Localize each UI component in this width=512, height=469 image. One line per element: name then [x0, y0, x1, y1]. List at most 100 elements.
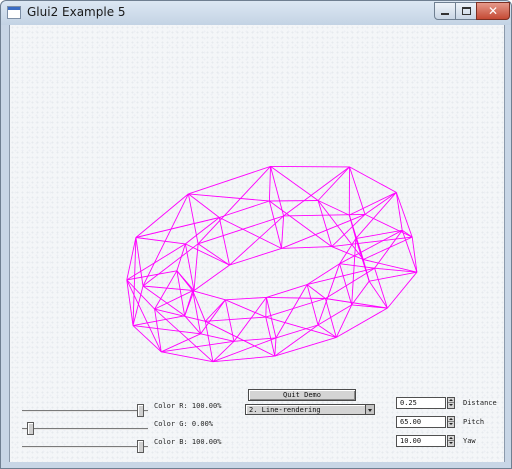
color-r-slider-track[interactable] [22, 410, 148, 412]
arrow-down-icon[interactable] [448, 422, 454, 427]
app-icon [7, 6, 21, 19]
torus-edge [265, 316, 276, 357]
torus-edge [218, 217, 230, 266]
color-b-label: Color B: 100.00% [154, 438, 222, 446]
torus-edge [176, 270, 194, 291]
torus-edge [193, 243, 199, 291]
color-b-slider-track[interactable] [22, 446, 148, 448]
torus-edge [325, 298, 388, 309]
torus-edge [395, 192, 403, 231]
torus-edge [229, 247, 282, 266]
torus-edge [269, 200, 332, 247]
torus-edge [225, 296, 267, 301]
torus-edge [197, 243, 230, 266]
close-button[interactable]: ✕ [476, 2, 510, 20]
torus-edge [306, 263, 340, 285]
torus-edge [212, 337, 277, 363]
torus-edge [349, 191, 397, 216]
close-icon: ✕ [487, 4, 499, 18]
torus-edge [192, 290, 202, 334]
torus-edge [142, 285, 195, 292]
torus-edge [212, 355, 275, 363]
torus-edge [306, 267, 375, 286]
render-mode-dropdown[interactable]: 2. Line-rendering [245, 404, 375, 415]
quit-demo-button[interactable]: Quit Demo [248, 389, 356, 401]
torus-edge [387, 271, 418, 309]
torus-edge [268, 166, 271, 202]
torus-edge [351, 238, 357, 305]
torus-edge [219, 200, 270, 218]
arrow-down-icon[interactable] [448, 441, 454, 446]
render-viewport[interactable]: Color R: 100.00% Color G: 0.00% Color B:… [9, 25, 505, 462]
torus-edge [176, 270, 186, 316]
torus-edge [351, 280, 370, 306]
torus-edge [317, 200, 333, 247]
distance-field[interactable]: 0.25 [396, 397, 446, 409]
torus-edge [204, 299, 226, 322]
torus-edge [192, 290, 226, 301]
color-g-slider-track[interactable] [22, 428, 148, 430]
app-window: Glui2 Example 5 ✕ Color R: 100.00% Color… [0, 0, 512, 469]
torus-edge [161, 351, 213, 363]
torus-edge [269, 200, 319, 202]
yaw-label: Yaw [463, 437, 476, 445]
maximize-button[interactable] [455, 2, 477, 20]
torus-edge [363, 236, 413, 260]
torus-edge [265, 297, 267, 318]
color-g-label: Color G: 0.00% [154, 420, 214, 428]
pitch-field[interactable]: 65.00 [396, 416, 446, 428]
pitch-label: Pitch [463, 418, 485, 426]
torus-edge [126, 279, 155, 310]
torus-edge [374, 230, 403, 269]
render-mode-value: 2. Line-rendering [249, 406, 321, 414]
color-r-label: Color R: 100.00% [154, 402, 222, 410]
minimize-icon [441, 13, 449, 15]
torus-edge [212, 340, 235, 363]
torus-edge [154, 308, 214, 363]
arrow-down-icon[interactable] [448, 403, 454, 408]
color-b-slider-thumb[interactable] [137, 440, 144, 453]
pitch-stepper[interactable] [447, 416, 455, 428]
distance-label: Distance [463, 399, 497, 407]
torus-edge [283, 213, 366, 217]
color-g-slider-thumb[interactable] [27, 422, 34, 435]
torus-edge [132, 325, 162, 353]
torus-edge [188, 193, 270, 202]
torus-edge [187, 193, 199, 244]
torus-edge [364, 192, 397, 215]
torus-edge [132, 325, 201, 335]
torus-edge [266, 296, 326, 299]
torus-edge [401, 230, 418, 273]
torus-edge [339, 263, 353, 306]
window-title: Glui2 Example 5 [27, 5, 126, 19]
torus-edge [135, 237, 186, 245]
torus-edge [306, 284, 319, 326]
minimize-button[interactable] [434, 2, 456, 20]
torus-edge [142, 193, 189, 287]
torus-edge [132, 315, 185, 327]
torus-edge [154, 308, 206, 322]
torus-edge [205, 316, 266, 322]
torus-edge [270, 165, 350, 168]
torus-edge [265, 298, 326, 318]
torus-edge [281, 246, 332, 249]
chevron-down-icon[interactable] [365, 405, 374, 414]
torus-edge [368, 280, 388, 309]
torus-edge [339, 229, 403, 265]
torus-edge [283, 166, 350, 217]
torus-edge [339, 263, 375, 269]
torus-edge [193, 264, 230, 291]
torus-edge [192, 290, 206, 322]
torus-edge [200, 333, 235, 342]
torus-edge [336, 307, 388, 338]
yaw-field[interactable]: 10.00 [396, 435, 446, 447]
yaw-stepper[interactable] [447, 435, 455, 447]
torus-edge [374, 268, 388, 309]
title-bar[interactable]: Glui2 Example 5 ✕ [1, 1, 511, 25]
torus-edge [219, 217, 282, 249]
torus-edge [331, 236, 413, 248]
color-r-slider-thumb[interactable] [137, 404, 144, 417]
torus-edge [188, 193, 220, 218]
torus-edge [317, 263, 341, 326]
distance-stepper[interactable] [447, 397, 455, 409]
